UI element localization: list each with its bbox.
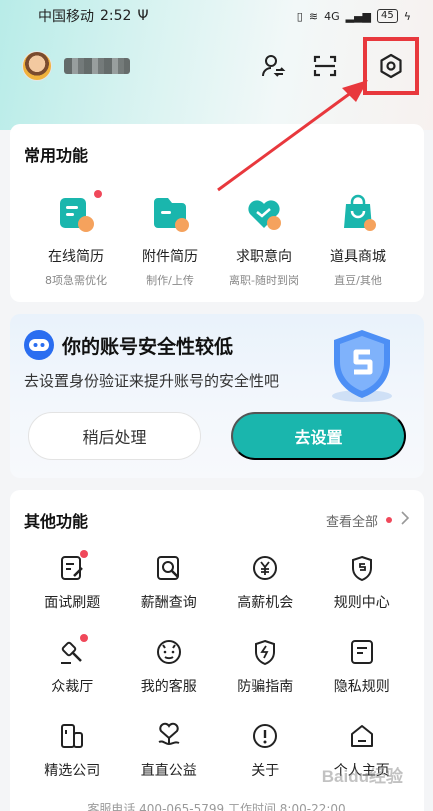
company-icon: [58, 722, 86, 750]
other-item-label: 众裁厅: [51, 679, 94, 695]
common-item-sub: 8项急需优化: [45, 274, 107, 287]
red-dot-badge: [386, 517, 392, 523]
other-item-label: 薪酬查询: [140, 595, 197, 611]
baidu-watermark: Baidu经验: [321, 767, 403, 786]
charging-icon: ϟ: [403, 9, 411, 23]
attachment-resume-icon: [150, 194, 190, 234]
go-setup-button[interactable]: 去设置: [231, 412, 406, 460]
chevron-right-icon: [400, 511, 410, 529]
other-item-label: 规则中心: [333, 595, 390, 611]
common-functions-card: 常用功能 在线简历 8项急需优化 附件简历 制作/上传 求职意向 离职-随时到岗: [10, 124, 424, 302]
online-resume-icon: [56, 190, 102, 234]
red-dot-badge: [80, 634, 89, 642]
common-item-sub: 直豆/其他: [334, 274, 382, 287]
other-item-customer-service[interactable]: 我的客服: [121, 638, 218, 696]
yen-icon: [251, 554, 279, 582]
settings-icon[interactable]: [377, 52, 405, 80]
footer-hotline: 客服电话 400-065-5799 工作时间 8:00-22:00: [87, 802, 346, 811]
clock: 2:52: [100, 8, 132, 24]
other-item-label: 高薪机会: [237, 595, 294, 611]
see-all-link[interactable]: 查看全部: [326, 511, 410, 530]
security-title: 你的账号安全性较低: [62, 335, 234, 358]
other-item-label: 精选公司: [44, 763, 101, 779]
other-item-anti-fraud[interactable]: 防骗指南: [217, 638, 314, 696]
robot-icon: [24, 330, 54, 360]
other-item-companies[interactable]: 精选公司: [24, 722, 121, 780]
other-item-arbitration[interactable]: 众裁厅: [24, 634, 121, 696]
charity-icon: [155, 722, 183, 750]
salary-search-icon: [155, 554, 183, 582]
home-icon: [348, 722, 376, 750]
other-item-label: 面试刷题: [44, 595, 101, 611]
username-blurred[interactable]: [64, 58, 130, 74]
common-functions-title: 常用功能: [24, 146, 89, 165]
other-item-salary[interactable]: 薪酬查询: [121, 554, 218, 612]
common-item-label: 求职意向: [236, 249, 292, 265]
other-item-about[interactable]: 关于: [217, 722, 314, 780]
other-item-charity[interactable]: 直直公益: [121, 722, 218, 780]
privacy-icon: [348, 638, 376, 666]
see-all-label: 查看全部: [325, 514, 378, 530]
rules-shield-icon: [348, 554, 376, 582]
common-item-sub: 制作/上传: [146, 274, 194, 287]
common-item-online-resume[interactable]: 在线简历 8项急需优化: [30, 190, 122, 288]
other-item-rules[interactable]: 规则中心: [314, 554, 411, 612]
interview-practice-icon: [58, 550, 89, 582]
other-item-high-salary[interactable]: 高薪机会: [217, 554, 314, 612]
about-icon: [251, 722, 279, 750]
common-item-prop-store[interactable]: 道具商城 直豆/其他: [312, 194, 404, 288]
network-type: 4G: [324, 9, 340, 23]
battery-level: 45: [377, 9, 398, 23]
shield-icon: [322, 324, 402, 404]
wifi-icon: ≋: [308, 9, 319, 23]
common-item-attachment-resume[interactable]: 附件简历 制作/上传: [124, 194, 216, 288]
gavel-icon: [58, 634, 89, 666]
other-item-label: 我的客服: [140, 679, 197, 695]
anti-fraud-icon: [251, 638, 279, 666]
other-functions-title: 其他功能: [24, 512, 89, 531]
switch-identity-icon[interactable]: [259, 52, 287, 80]
signal-icon: ▂▄▆: [345, 9, 371, 23]
red-dot-badge: [80, 550, 89, 558]
other-item-label: 防骗指南: [237, 679, 294, 695]
other-item-privacy[interactable]: 隐私规则: [314, 638, 411, 696]
common-item-label: 道具商城: [330, 249, 386, 265]
red-dot-badge: [94, 190, 102, 198]
common-item-sub: 离职-随时到岗: [229, 274, 299, 287]
scan-icon[interactable]: [311, 52, 339, 80]
later-button[interactable]: 稍后处理: [28, 412, 201, 460]
customer-service-icon: [155, 638, 183, 666]
avatar[interactable]: [22, 51, 52, 81]
other-item-interview[interactable]: 面试刷题: [24, 550, 121, 612]
profile-header: [0, 37, 433, 95]
prop-store-icon: [338, 194, 378, 234]
common-item-label: 附件简历: [142, 249, 198, 265]
usb-icon: Ψ: [137, 8, 149, 24]
security-card: 你的账号安全性较低 去设置身份验证来提升账号的安全性吧 稍后处理 去设置: [10, 314, 424, 478]
common-item-label: 在线简历: [48, 249, 104, 265]
common-item-job-intention[interactable]: 求职意向 离职-随时到岗: [218, 194, 310, 288]
carrier-name: 中国移动: [38, 9, 94, 25]
other-item-label: 关于: [251, 763, 280, 779]
other-item-label: 隐私规则: [333, 679, 390, 695]
settings-highlight-box: [363, 37, 419, 95]
status-bar: 中国移动 2:52 Ψ ▯ ≋ 4G ▂▄▆ 45 ϟ: [0, 0, 433, 32]
other-item-label: 直直公益: [140, 763, 197, 779]
vibrate-icon: ▯: [296, 9, 303, 23]
job-intention-icon: [244, 194, 284, 234]
